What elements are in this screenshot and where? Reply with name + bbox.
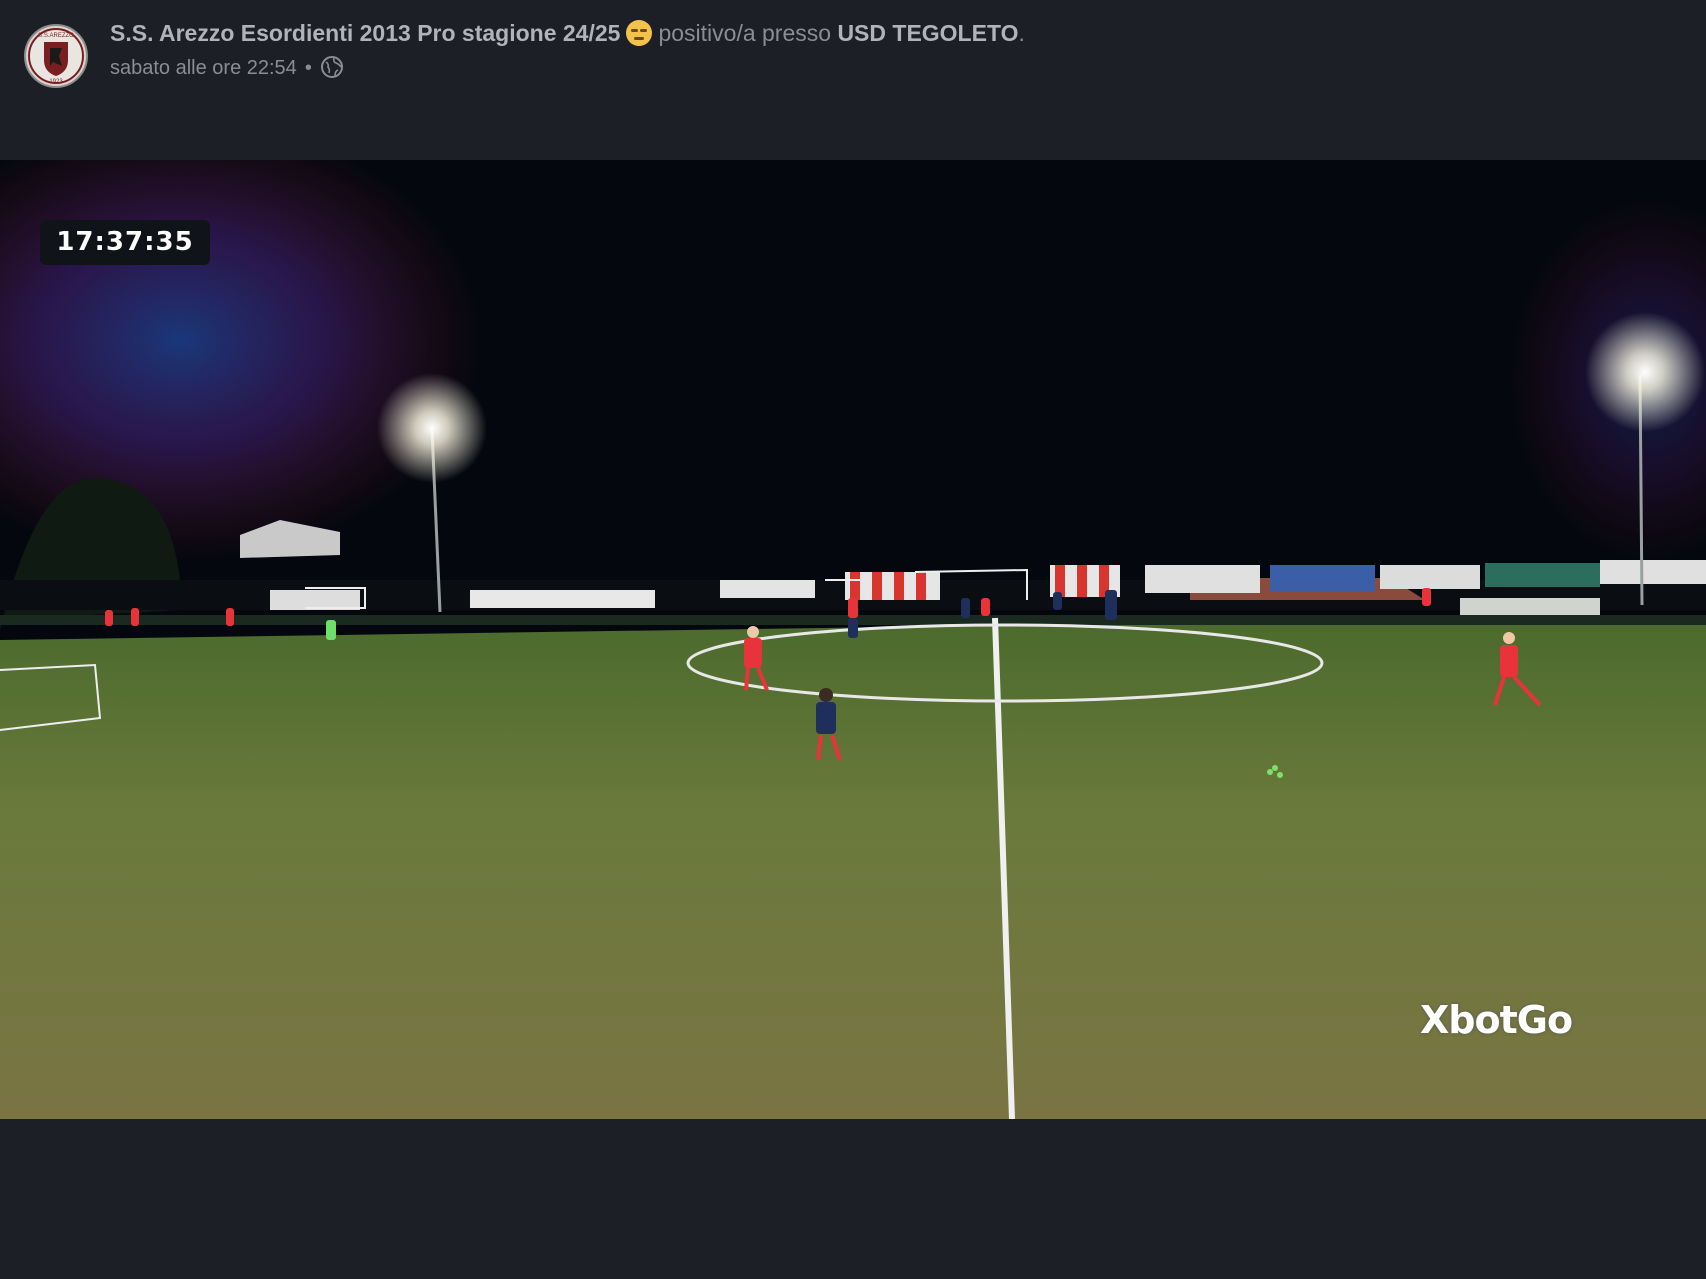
club-crest-icon: S.S.AREZZO 1923: [28, 28, 84, 85]
meta-separator: •: [304, 57, 312, 79]
football-pitch-scene: [0, 160, 1706, 1119]
feeling-text: positivo/a presso: [658, 20, 832, 46]
svg-text:1923: 1923: [49, 79, 63, 85]
relieved-face-icon: [626, 20, 653, 46]
svg-text:S.S.AREZZO: S.S.AREZZO: [38, 33, 74, 39]
video-player[interactable]: 17:37:35 XbotGo: [0, 160, 1706, 1119]
globe-icon[interactable]: [320, 55, 344, 85]
location-link[interactable]: USD TEGOLETO: [837, 20, 1018, 46]
title-period: .: [1018, 20, 1025, 46]
post-header: S.S.AREZZO 1923 S.S. Arezzo Esordienti 2…: [0, 0, 1706, 160]
post-meta: sabato alle ore 22:54 •: [110, 55, 344, 85]
post-title: S.S. Arezzo Esordienti 2013 Pro stagione…: [110, 20, 1025, 47]
avatar[interactable]: S.S.AREZZO 1923: [24, 24, 88, 88]
xbotgo-watermark: XbotGo: [1420, 998, 1573, 1042]
author-name-link[interactable]: S.S. Arezzo Esordienti 2013 Pro stagione…: [110, 20, 620, 46]
post-timestamp-link[interactable]: sabato alle ore 22:54: [110, 57, 297, 79]
video-clock-overlay: 17:37:35: [40, 220, 210, 265]
post-footer-area: [0, 1119, 1706, 1279]
